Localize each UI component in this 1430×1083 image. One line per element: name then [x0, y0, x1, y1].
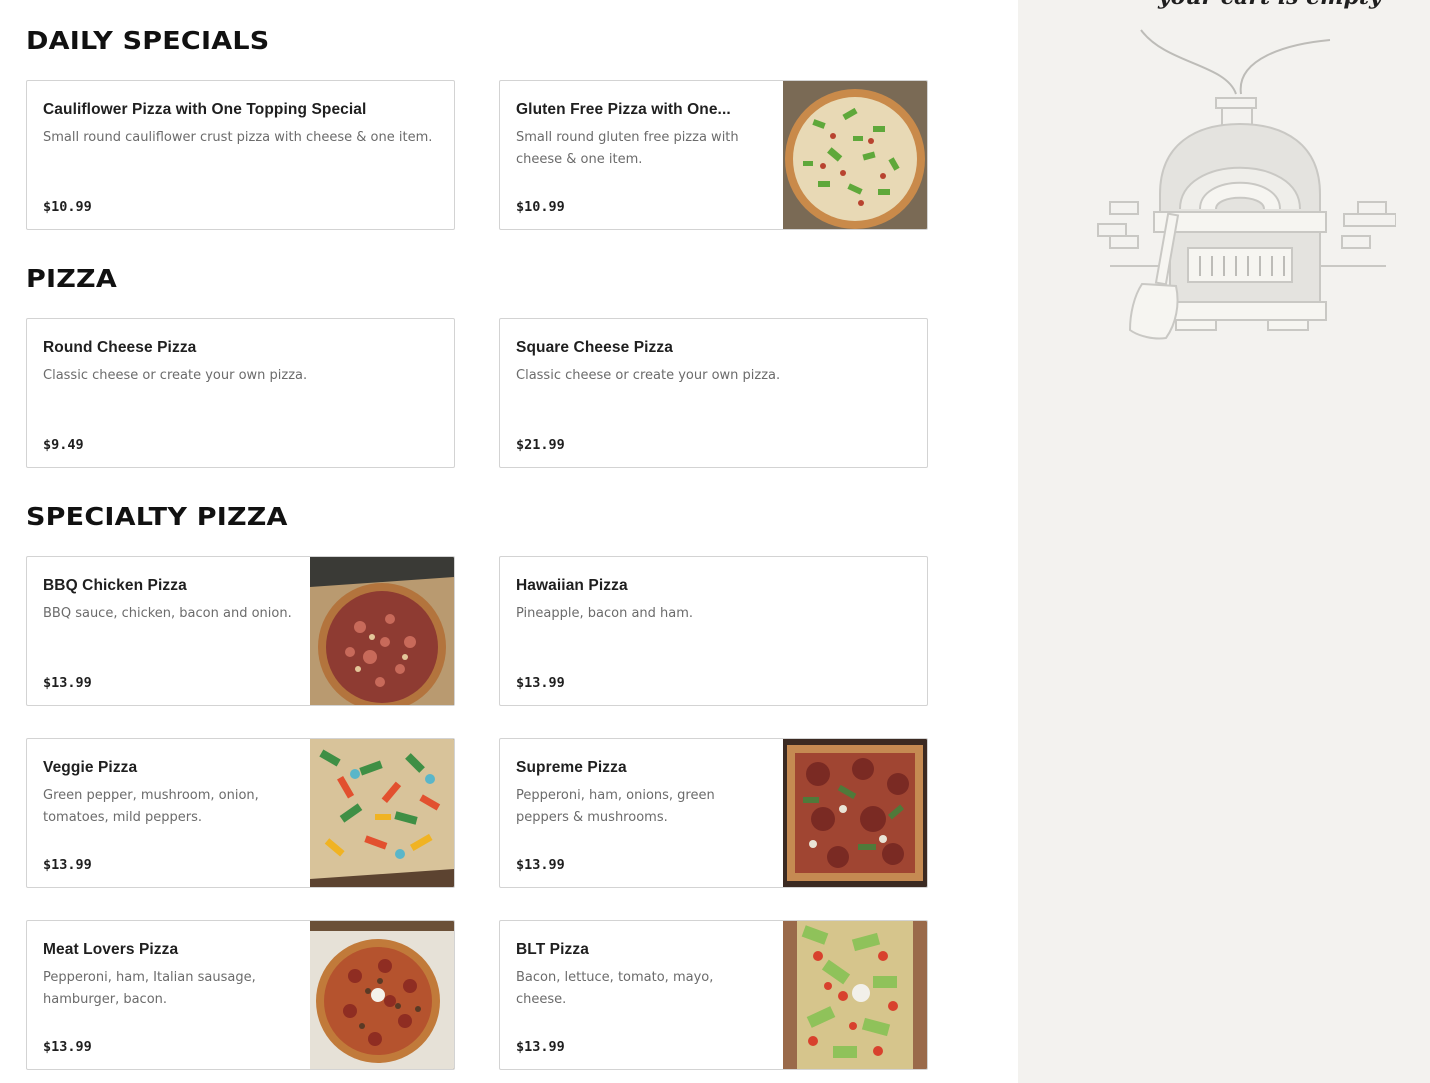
item-name: Cauliflower Pizza with One Topping Speci… [43, 101, 367, 118]
menu-column: DAILY SPECIALS Cauliflower Pizza with On… [0, 0, 1018, 1083]
item-photo [783, 81, 927, 229]
item-description: Pepperoni, ham, Italian sausage, hamburg… [43, 970, 256, 1007]
item-price: $9.49 [43, 437, 84, 453]
item-name: Hawaiian Pizza [516, 577, 628, 594]
item-name: Meat Lovers Pizza [43, 941, 179, 958]
item-name: Veggie Pizza [43, 759, 138, 776]
bbq-pizza-image [310, 557, 454, 705]
item-name: BBQ Chicken Pizza [43, 577, 187, 594]
section-title-specialty-pizza: SPECIALTY PIZZA [26, 502, 288, 531]
menu-item-card[interactable]: Cauliflower Pizza with One Topping Speci… [26, 80, 455, 230]
menu-item-card[interactable]: Veggie Pizza Green pepper, mushroom, oni… [26, 738, 455, 888]
item-price: $13.99 [43, 675, 92, 691]
menu-item-card[interactable]: Gluten Free Pizza with One... Small roun… [499, 80, 928, 230]
item-name: Round Cheese Pizza [43, 339, 197, 356]
item-description: Classic cheese or create your own pizza. [516, 368, 781, 383]
item-description: Pepperoni, ham, onions, green peppers & … [516, 788, 715, 825]
green-pepper-pizza-image [783, 81, 927, 229]
cart-empty-message: your cart is empty [1158, 0, 1382, 10]
item-photo [310, 739, 454, 887]
item-description: Pineapple, bacon and ham. [516, 606, 694, 621]
item-description: Small round cauliflower crust pizza with… [43, 130, 433, 145]
cart-panel: your cart is empty [1018, 0, 1430, 1083]
item-price: $13.99 [43, 857, 92, 873]
supreme-pizza-image [783, 739, 927, 887]
blt-pizza-image [783, 921, 927, 1069]
item-name: BLT Pizza [516, 941, 589, 958]
item-price: $13.99 [43, 1039, 92, 1055]
item-description: Green pepper, mushroom, onion, tomatoes,… [43, 788, 259, 825]
item-photo [310, 921, 454, 1069]
section-title-daily-specials: DAILY SPECIALS [26, 26, 270, 55]
item-name: Gluten Free Pizza with One... [516, 101, 731, 118]
menu-item-card[interactable]: Round Cheese Pizza Classic cheese or cre… [26, 318, 455, 468]
item-price: $13.99 [516, 1039, 565, 1055]
item-description: Bacon, lettuce, tomato, mayo, cheese. [516, 970, 714, 1007]
item-name: Square Cheese Pizza [516, 339, 673, 356]
item-price: $13.99 [516, 857, 565, 873]
item-name: Supreme Pizza [516, 759, 627, 776]
item-price: $21.99 [516, 437, 565, 453]
menu-item-card[interactable]: Square Cheese Pizza Classic cheese or cr… [499, 318, 928, 468]
menu-item-card[interactable]: Meat Lovers Pizza Pepperoni, ham, Italia… [26, 920, 455, 1070]
pizza-oven-icon [1096, 24, 1397, 349]
menu-item-card[interactable]: BLT Pizza Bacon, lettuce, tomato, mayo, … [499, 920, 928, 1070]
item-description: Classic cheese or create your own pizza. [43, 368, 308, 383]
menu-item-card[interactable]: Hawaiian Pizza Pineapple, bacon and ham.… [499, 556, 928, 706]
item-description: BBQ sauce, chicken, bacon and onion. [43, 606, 292, 621]
menu-item-card[interactable]: BBQ Chicken Pizza BBQ sauce, chicken, ba… [26, 556, 455, 706]
menu-item-card[interactable]: Supreme Pizza Pepperoni, ham, onions, gr… [499, 738, 928, 888]
item-price: $13.99 [516, 675, 565, 691]
veggie-pizza-image [310, 739, 454, 887]
item-description: Small round gluten free pizza with chees… [516, 130, 739, 167]
item-photo [783, 739, 927, 887]
item-photo [310, 557, 454, 705]
item-photo [783, 921, 927, 1069]
item-price: $10.99 [516, 199, 565, 215]
section-title-pizza: PIZZA [26, 264, 117, 293]
meat-lovers-pizza-image [310, 921, 454, 1069]
item-price: $10.99 [43, 199, 92, 215]
